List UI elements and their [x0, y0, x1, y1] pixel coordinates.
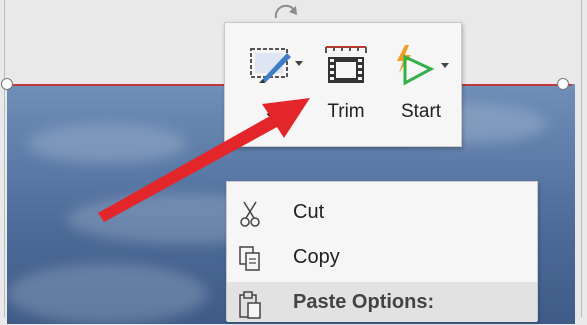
start-label: Start — [400, 101, 442, 122]
resize-handle-top-right[interactable] — [557, 78, 569, 90]
menu-item-copy[interactable]: Copy — [227, 237, 537, 277]
menu-label-paste-options: Paste Options: — [293, 291, 435, 313]
menu-label-cut: Cut — [293, 201, 325, 223]
menu-item-cut[interactable]: Cut — [227, 192, 537, 232]
menu-label-copy: Copy — [293, 246, 340, 268]
context-menu: Cut Copy Paste Options: — [226, 181, 538, 322]
playback-start-icon — [391, 43, 451, 94]
style-button[interactable]: St — [235, 23, 315, 148]
style-label: St — [266, 101, 284, 122]
paste-icon — [237, 290, 263, 319]
resize-handle-top-left[interactable] — [1, 78, 13, 90]
rotate-handle-icon[interactable] — [268, 0, 314, 24]
start-button[interactable]: Start — [381, 23, 461, 148]
cloud-shape — [7, 264, 207, 324]
cloud-shape — [27, 124, 187, 164]
trim-label: Trim — [327, 101, 365, 122]
trim-button[interactable]: Trim — [307, 23, 385, 148]
mini-toolbar: St Trim Start — [224, 22, 462, 147]
menu-item-paste-options[interactable]: Paste Options: — [227, 282, 537, 322]
scissors-icon — [237, 200, 263, 227]
trim-video-icon — [322, 43, 370, 92]
picture-style-icon — [247, 43, 303, 92]
copy-icon — [237, 245, 263, 271]
